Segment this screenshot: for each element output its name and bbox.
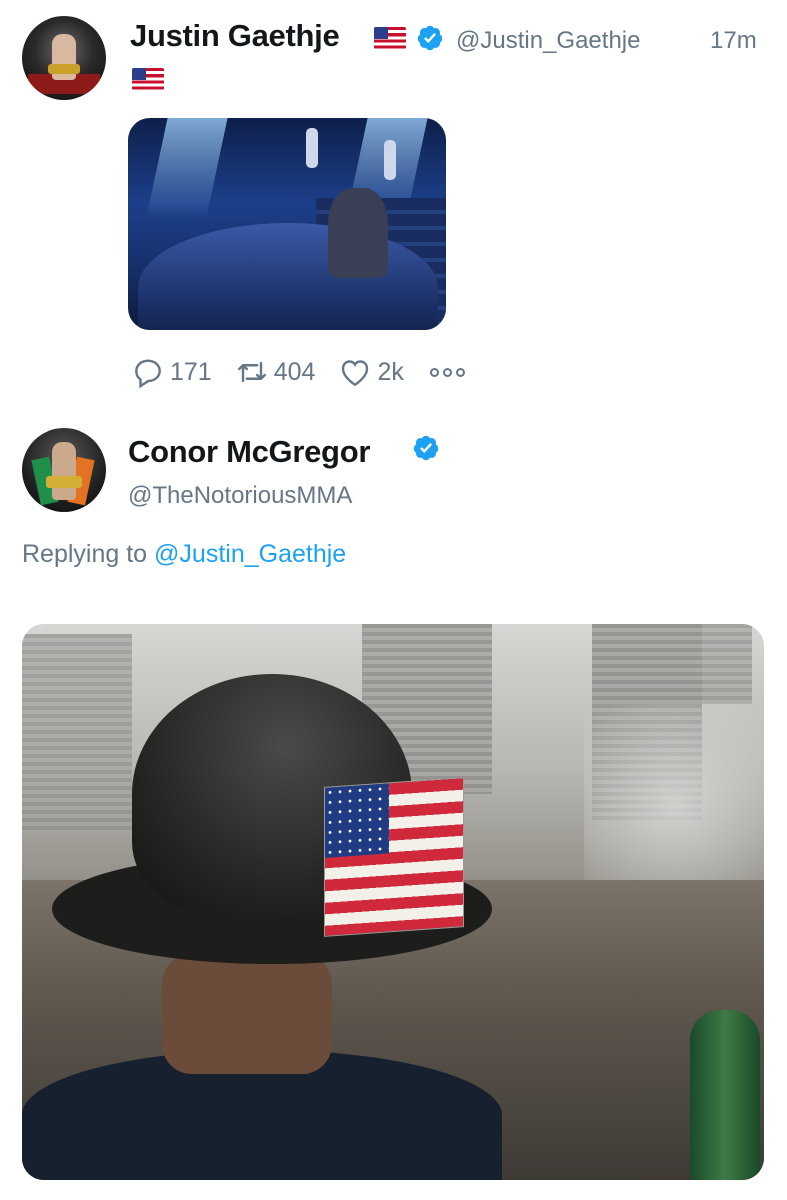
like-icon <box>342 360 369 387</box>
replying-to: Replying to @Justin_Gaethje <box>22 540 346 569</box>
tweet-timestamp[interactable]: 17m <box>710 27 757 55</box>
author-handle[interactable]: @Justin_Gaethje <box>456 27 640 55</box>
retweet-icon <box>237 361 266 383</box>
reply-button[interactable]: 171 <box>130 354 212 390</box>
reply-icon <box>135 359 161 389</box>
author-handle[interactable]: @TheNotoriousMMA <box>128 482 352 510</box>
replying-to-prefix: Replying to <box>22 540 148 568</box>
tweet-image[interactable] <box>128 118 446 330</box>
verified-badge-icon <box>413 435 439 461</box>
retweet-button[interactable]: 404 <box>234 354 316 390</box>
tweet-actions: 171 404 2k <box>130 352 465 392</box>
more-icon[interactable] <box>429 367 465 377</box>
reply-count: 171 <box>170 357 212 386</box>
us-flag-icon <box>132 68 164 90</box>
tweet-justin-gaethje[interactable]: Justin Gaethje @Justin_Gaethje 17m 171 4… <box>0 0 787 400</box>
like-count: 2k <box>377 357 404 386</box>
avatar[interactable] <box>22 16 106 100</box>
tweet-image[interactable] <box>22 624 764 1180</box>
us-flag-icon <box>374 27 406 49</box>
verified-badge-icon <box>417 25 443 51</box>
retweet-count: 404 <box>273 357 316 386</box>
tweet-conor-mcgregor[interactable]: Conor McGregor @TheNotoriousMMA Replying… <box>0 410 787 1200</box>
author-name[interactable]: Justin Gaethje <box>130 18 340 54</box>
author-name[interactable]: Conor McGregor <box>128 434 370 470</box>
replying-to-handle-link[interactable]: @Justin_Gaethje <box>154 540 346 568</box>
avatar[interactable] <box>22 428 106 512</box>
like-button[interactable]: 2k <box>337 354 404 390</box>
